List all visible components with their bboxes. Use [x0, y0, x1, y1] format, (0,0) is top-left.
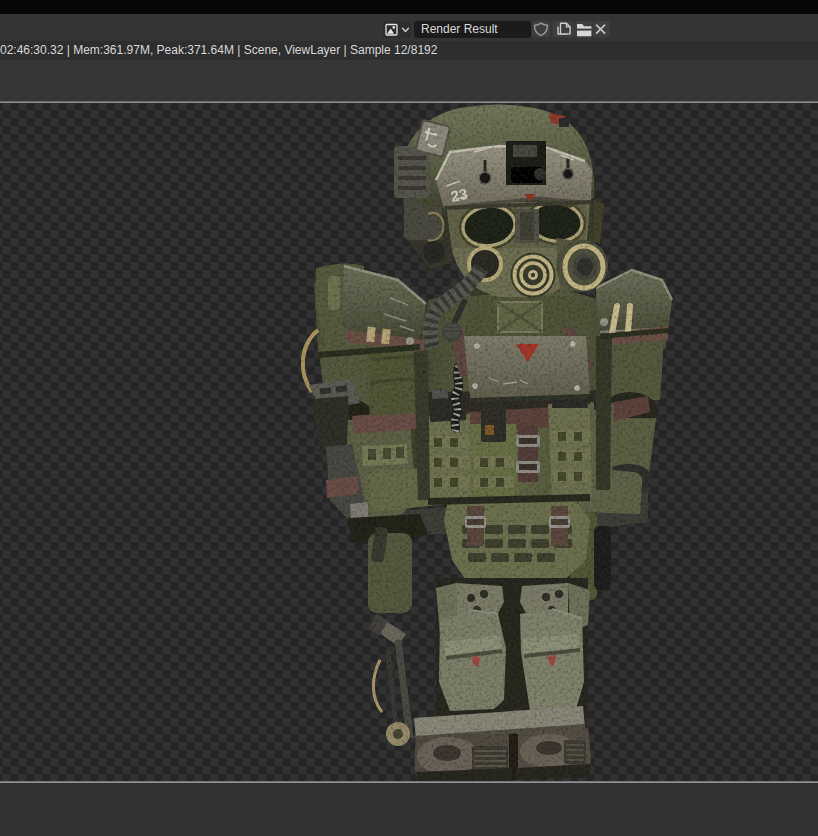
svg-text:23: 23: [449, 185, 469, 205]
